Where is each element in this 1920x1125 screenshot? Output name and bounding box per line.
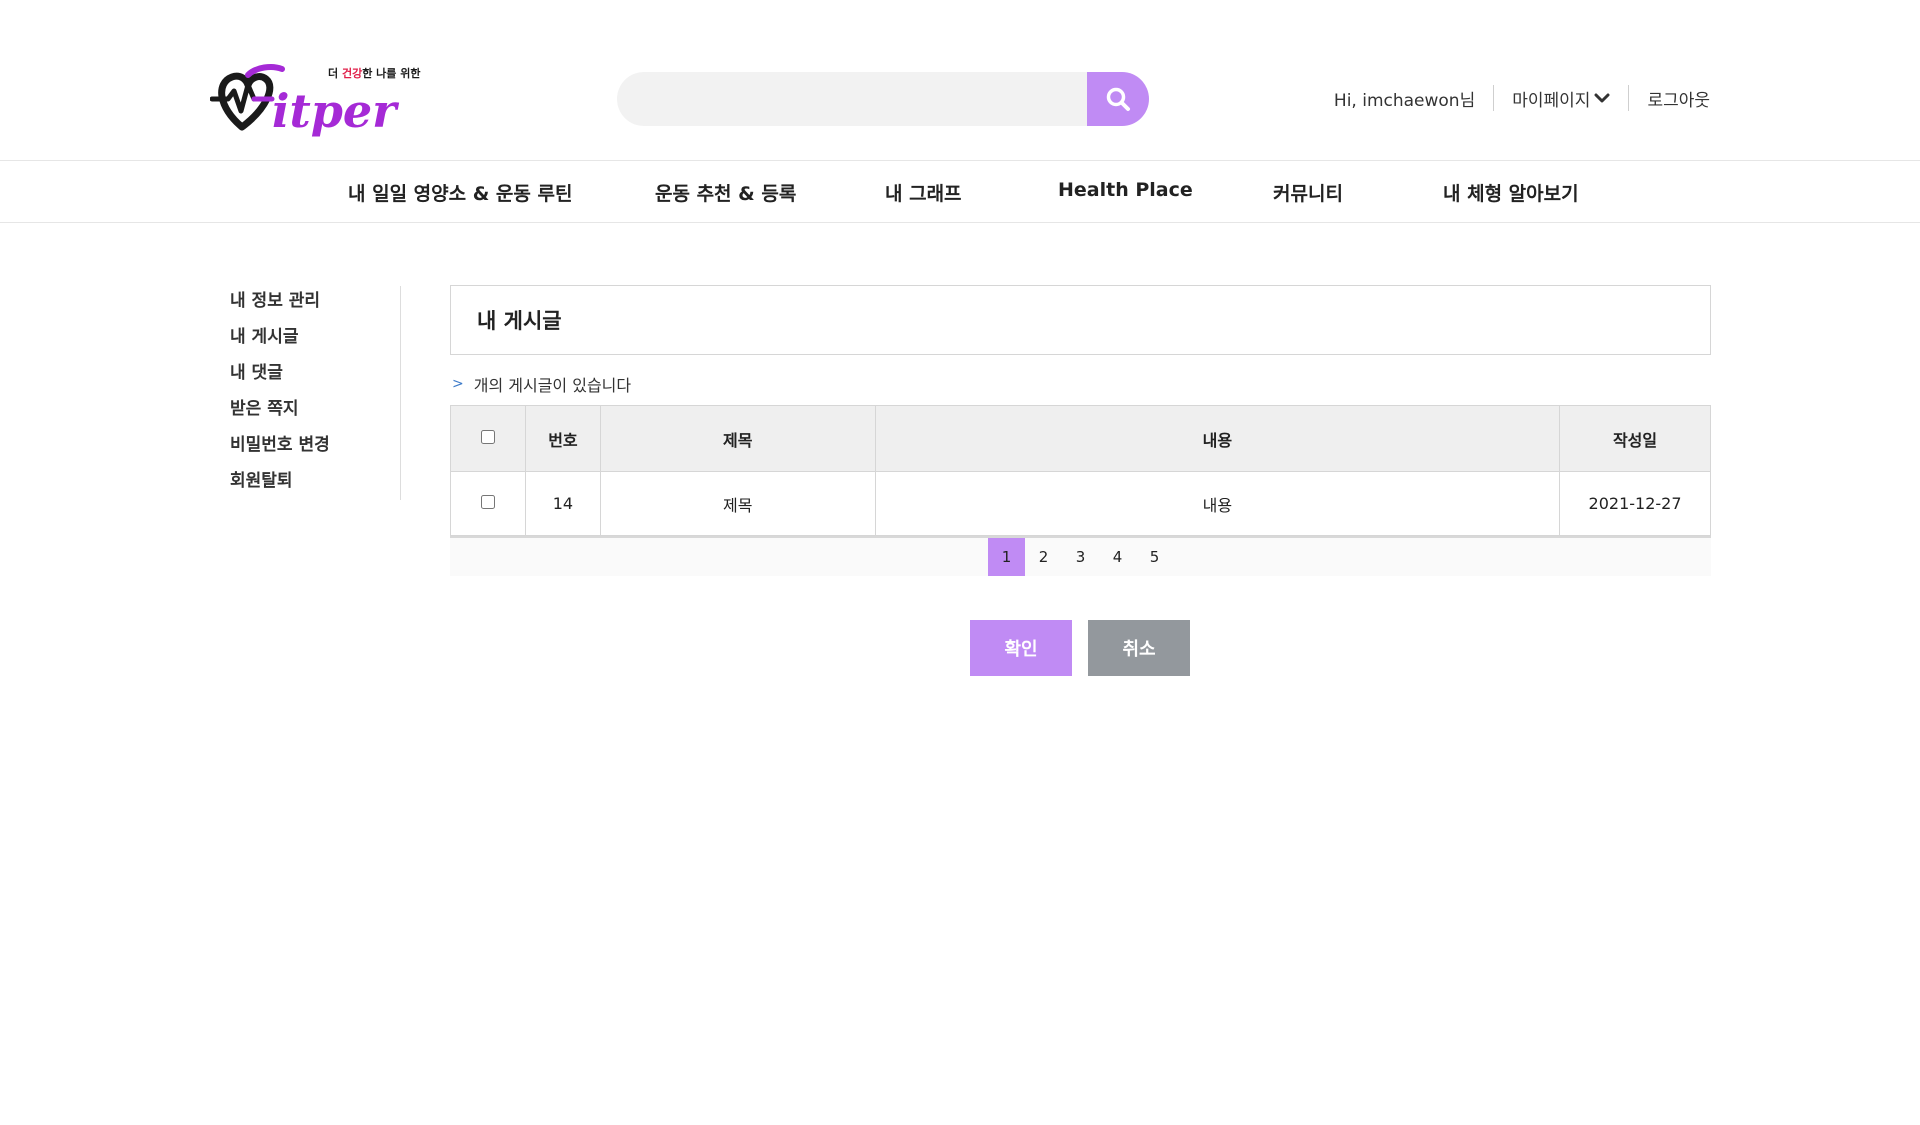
search-bar — [617, 72, 1149, 126]
user-greeting: Hi, imchaewon님 — [1333, 90, 1476, 111]
sidebar-item-profile[interactable]: 내 정보 관리 — [230, 286, 400, 322]
logo-wordmark: itper — [272, 84, 400, 138]
nav-community[interactable]: 커뮤니티 — [1273, 179, 1343, 206]
logout-link[interactable]: 로그아웃 — [1647, 86, 1710, 111]
page-1-link[interactable]: 1 — [988, 538, 1025, 576]
column-header-title: 제목 — [599, 405, 876, 472]
search-input[interactable] — [617, 72, 1087, 126]
select-all-checkbox[interactable] — [480, 430, 495, 444]
form-actions: 확인 취소 — [970, 620, 1190, 676]
nav-my-graph[interactable]: 내 그래프 — [885, 179, 962, 206]
nav-health-place[interactable]: Health Place — [1058, 179, 1193, 201]
search-icon — [1106, 87, 1130, 111]
page-4-link[interactable]: 4 — [1099, 538, 1136, 576]
logo-graphic: itper 더 건강한 나를 위한 — [209, 64, 420, 138]
sidebar-item-withdraw[interactable]: 회원탈퇴 — [230, 466, 400, 502]
row-select-cell — [450, 471, 526, 536]
nav-daily-nutrition-routine[interactable]: 내 일일 영양소 & 운동 루틴 — [348, 179, 572, 206]
row-no: 14 — [524, 471, 601, 536]
sidebar-item-my-posts[interactable]: 내 게시글 — [230, 322, 400, 358]
sidebar-item-messages[interactable]: 받은 쪽지 — [230, 394, 400, 430]
table-header-row: 번호 제목 내용 작성일 — [450, 405, 1711, 472]
sidebar-item-my-comments[interactable]: 내 댓글 — [230, 358, 400, 394]
post-count: > 개의 게시글이 있습니다 — [450, 373, 1711, 395]
cancel-button[interactable]: 취소 — [1088, 620, 1190, 676]
fitper-logo[interactable]: itper 더 건강한 나를 위한 — [209, 55, 450, 145]
page-3-link[interactable]: 3 — [1062, 538, 1099, 576]
posts-table: 번호 제목 내용 작성일 14 제목 내용 2021-12-27 — [450, 405, 1711, 536]
chevron-down-icon — [1594, 93, 1610, 103]
table-row[interactable]: 14 제목 내용 2021-12-27 — [450, 471, 1711, 536]
site-header: itper 더 건강한 나를 위한 Hi, imchaewon님 마이페이지 로… — [0, 0, 1920, 161]
select-all-cell — [450, 405, 526, 472]
row-checkbox[interactable] — [480, 495, 495, 509]
main-navigation: 내 일일 영양소 & 운동 루틴 운동 추천 & 등록 내 그래프 Health… — [0, 161, 1920, 223]
column-header-content: 내용 — [874, 405, 1561, 472]
divider — [1493, 85, 1495, 111]
sidebar-item-change-password[interactable]: 비밀번호 변경 — [230, 430, 400, 466]
page-5-link[interactable]: 5 — [1136, 538, 1173, 576]
user-menu: Hi, imchaewon님 마이페이지 로그아웃 — [1334, 85, 1710, 111]
row-content: 내용 — [874, 471, 1561, 536]
column-header-no: 번호 — [524, 405, 601, 472]
svg-text:더 건강한 나를 위한: 더 건강한 나를 위한 — [328, 66, 420, 80]
row-title[interactable]: 제목 — [599, 471, 876, 536]
post-count-text: 개의 게시글이 있습니다 — [473, 376, 632, 395]
search-button[interactable] — [1087, 72, 1149, 126]
divider — [1628, 85, 1630, 111]
pagination: 1 2 3 4 5 — [450, 536, 1711, 576]
mypage-sidebar: 내 정보 관리 내 게시글 내 댓글 받은 쪽지 비밀번호 변경 회원탈퇴 — [230, 286, 401, 500]
confirm-button[interactable]: 확인 — [970, 620, 1072, 676]
page-title: 내 게시글 — [450, 285, 1711, 355]
mypage-dropdown[interactable]: 마이페이지 — [1512, 86, 1610, 111]
bullet-arrow-icon: > — [452, 376, 464, 392]
mypage-label: 마이페이지 — [1512, 90, 1591, 111]
main-content: 내 게시글 > 개의 게시글이 있습니다 번호 제목 내용 작성일 14 제목 … — [450, 285, 1711, 576]
row-date: 2021-12-27 — [1559, 471, 1711, 536]
nav-body-type[interactable]: 내 체형 알아보기 — [1443, 179, 1579, 206]
column-header-date: 작성일 — [1559, 405, 1711, 472]
nav-exercise-recommend[interactable]: 운동 추천 & 등록 — [655, 179, 796, 206]
page-2-link[interactable]: 2 — [1025, 538, 1062, 576]
